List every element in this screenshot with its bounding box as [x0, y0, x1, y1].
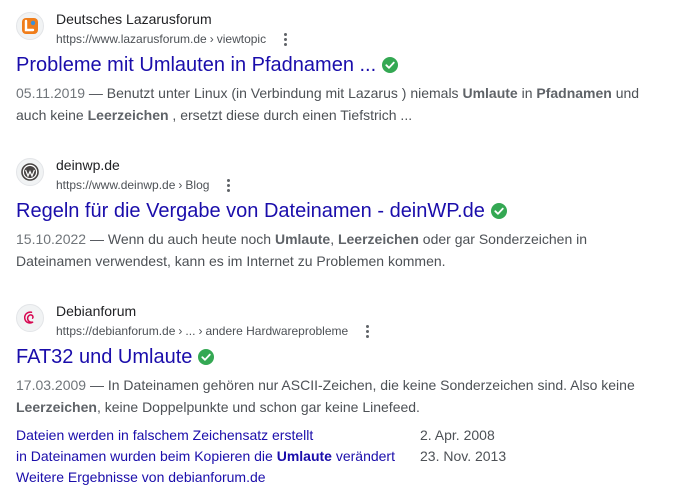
url-base: https://debianforum.de — [56, 324, 176, 338]
sitelink[interactable]: in Dateinamen wurden beim Kopieren die U… — [16, 446, 395, 466]
result-title-link[interactable]: Regeln für die Vergabe von Dateinamen - … — [16, 198, 507, 224]
site-name: Debianforum — [56, 303, 137, 319]
debian-swirl-icon — [16, 304, 44, 332]
breadcrumb-separator: › — [178, 178, 183, 192]
more-options-icon[interactable] — [278, 31, 292, 47]
more-options-icon[interactable] — [360, 323, 374, 339]
breadcrumb-separator: › — [209, 32, 214, 46]
site-info[interactable]: Debianforum https://debianforum.de › ...… — [16, 302, 656, 338]
result-title: Probleme mit Umlauten in Pfadnamen ... — [16, 54, 377, 76]
result-title: FAT32 und Umlaute — [16, 346, 193, 368]
more-options-icon[interactable] — [221, 177, 235, 193]
site-name: Deutsches Lazarusforum — [56, 11, 212, 27]
result-snippet: 05.11.2019 — Benutzt unter Linux (in Ver… — [16, 85, 640, 123]
verified-check-icon — [382, 57, 399, 73]
url-base: https://www.deinwp.de — [56, 178, 176, 192]
url-path: ... — [185, 324, 196, 338]
url-base: https://www.lazarusforum.de — [56, 32, 207, 46]
url-path: Blog — [185, 178, 210, 192]
breadcrumb-separator: › — [178, 324, 183, 338]
sitelink[interactable]: Dateien werden in falschem Zeichensatz e… — [16, 425, 313, 445]
result-title-link[interactable]: Probleme mit Umlauten in Pfadnamen ... — [16, 52, 399, 78]
site-name: deinwp.de — [56, 157, 120, 173]
site-url: https://www.deinwp.de › Blog — [56, 177, 235, 193]
url-path: viewtopic — [216, 32, 267, 46]
sitelink-date: 2. Apr. 2008 — [420, 427, 495, 443]
breadcrumb-separator: › — [198, 324, 203, 338]
wordpress-icon — [16, 158, 44, 186]
url-path: andere Hardwareprobleme — [205, 324, 349, 338]
result-title-link[interactable]: FAT32 und Umlaute — [16, 344, 215, 370]
result-date: 05.11.2019 — [16, 85, 86, 101]
more-results-link[interactable]: Weitere Ergebnisse von debianforum.de — [16, 467, 266, 487]
site-info[interactable]: Deutsches Lazarusforum https://www.lazar… — [16, 10, 656, 46]
result-title: Regeln für die Vergabe von Dateinamen - … — [16, 200, 485, 222]
sitelink-row: Dateien werden in falschem Zeichensatz e… — [16, 425, 516, 446]
result-snippet: 17.03.2009 — In Dateinamen gehören nur A… — [16, 377, 635, 415]
search-results: Deutsches Lazarusforum https://www.lazar… — [0, 0, 679, 497]
result-date: 15.10.2022 — [16, 231, 87, 247]
site-info[interactable]: deinwp.de https://www.deinwp.de › Blog — [16, 156, 656, 192]
site-url: https://www.lazarusforum.de › viewtopic — [56, 31, 292, 47]
verified-check-icon — [198, 349, 215, 365]
lazarus-logo-icon — [16, 12, 44, 40]
sitelink-date: 23. Nov. 2013 — [420, 448, 507, 464]
verified-check-icon — [490, 203, 507, 219]
sitelinks: Dateien werden in falschem Zeichensatz e… — [16, 425, 516, 485]
result-snippet: 15.10.2022 — Wenn du auch heute noch Uml… — [16, 231, 588, 269]
site-url: https://debianforum.de › ... › andere Ha… — [56, 323, 374, 339]
sitelink-row: in Dateinamen wurden beim Kopieren die U… — [16, 446, 516, 467]
result-date: 17.03.2009 — [16, 377, 87, 393]
